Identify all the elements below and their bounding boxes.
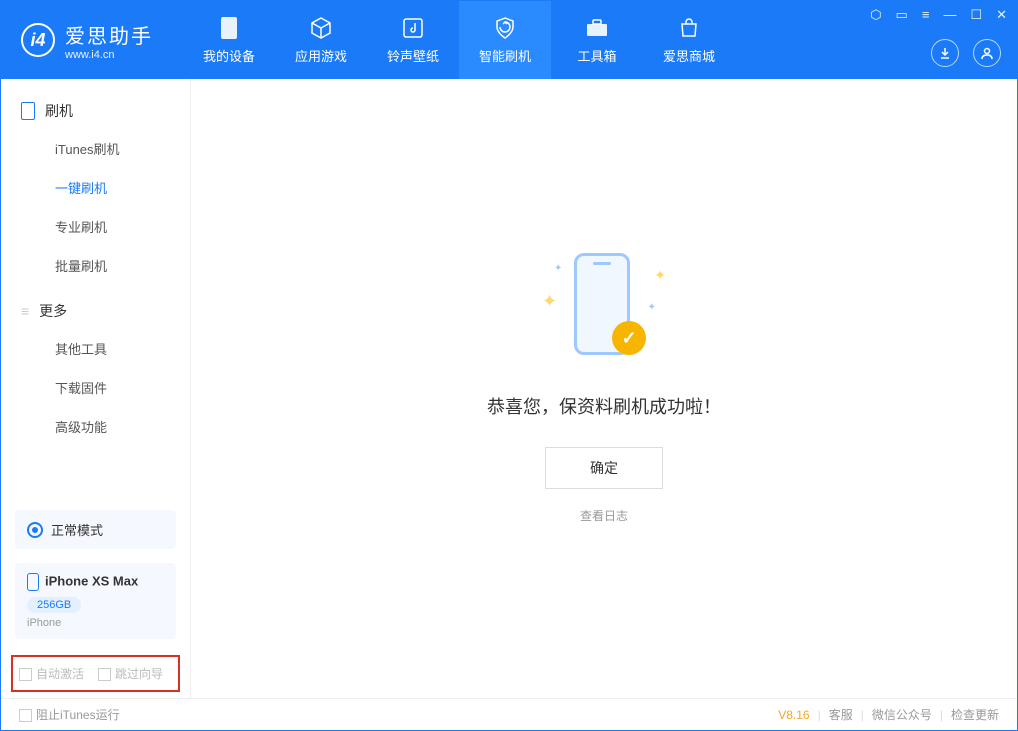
footer: 阻止iTunes运行 V8.16 | 客服 | 微信公众号 | 检查更新 — [1, 698, 1017, 730]
tab-ringtones[interactable]: 铃声壁纸 — [367, 1, 459, 79]
success-illustration: ✦ ✦ ✦ ✦ ✓ — [534, 253, 674, 363]
shield-icon — [493, 16, 517, 40]
footer-right: V8.16 | 客服 | 微信公众号 | 检查更新 — [778, 706, 999, 723]
sparkle-icon: ✦ — [654, 267, 666, 284]
tab-my-device[interactable]: 我的设备 — [183, 1, 275, 79]
main-content: ✦ ✦ ✦ ✦ ✓ 恭喜您，保资料刷机成功啦！ 确定 查看日志 — [191, 79, 1017, 698]
device-info-card[interactable]: iPhone XS Max 256GB iPhone — [15, 563, 176, 639]
footer-link-support[interactable]: 客服 — [829, 706, 853, 723]
app-window: i4 爱思助手 www.i4.cn 我的设备 应用游戏 铃声壁纸 智能刷机 — [0, 0, 1018, 731]
ok-button[interactable]: 确定 — [545, 447, 663, 489]
sidebar-header: ≡ 更多 — [1, 293, 190, 329]
separator: | — [818, 708, 821, 722]
tab-label: 工具箱 — [577, 46, 616, 65]
device-type: iPhone — [27, 617, 164, 629]
auto-activate-checkbox[interactable]: 自动激活 — [19, 665, 84, 682]
app-title: 爱思助手 — [65, 20, 153, 49]
tab-store[interactable]: 爱思商城 — [643, 1, 735, 79]
success-message: 恭喜您，保资料刷机成功啦！ — [487, 393, 721, 419]
sparkle-icon: ✦ — [648, 302, 656, 313]
tab-flash[interactable]: 智能刷机 — [459, 1, 551, 79]
body: 刷机 iTunes刷机 一键刷机 专业刷机 批量刷机 ≡ 更多 其他工具 下载固… — [1, 79, 1017, 698]
sidebar-item-pro-flash[interactable]: 专业刷机 — [1, 207, 190, 246]
logo-icon: i4 — [21, 23, 55, 57]
tab-toolbox[interactable]: 工具箱 — [551, 1, 643, 79]
view-log-link[interactable]: 查看日志 — [580, 507, 628, 524]
header-right — [931, 39, 1001, 67]
device-mode: 正常模式 — [51, 520, 103, 539]
device-name: iPhone XS Max — [45, 573, 138, 588]
note-icon[interactable]: ▭ — [896, 7, 908, 23]
check-circle-icon: ✓ — [612, 321, 646, 355]
phone-icon — [21, 102, 35, 120]
minimize-button[interactable]: — — [943, 7, 956, 23]
sidebar-group-flash: 刷机 iTunes刷机 一键刷机 专业刷机 批量刷机 — [1, 93, 190, 285]
version-label: V8.16 — [778, 708, 809, 722]
header-tabs: 我的设备 应用游戏 铃声壁纸 智能刷机 工具箱 爱思商城 — [183, 1, 735, 79]
close-button[interactable]: ✕ — [996, 7, 1007, 23]
sidebar-item-download-firmware[interactable]: 下载固件 — [1, 368, 190, 407]
device-icon — [217, 16, 241, 40]
sparkle-icon: ✦ — [554, 263, 562, 274]
block-itunes-checkbox[interactable]: 阻止iTunes运行 — [19, 706, 120, 723]
sidebar-header: 刷机 — [1, 93, 190, 129]
logo: i4 爱思助手 www.i4.cn — [21, 20, 153, 61]
tab-label: 我的设备 — [203, 46, 255, 65]
phone-icon — [27, 573, 39, 591]
toolbox-icon — [585, 16, 609, 40]
user-button[interactable] — [973, 39, 1001, 67]
storage-badge: 256GB — [27, 597, 81, 613]
sidebar-item-advanced[interactable]: 高级功能 — [1, 407, 190, 446]
footer-link-wechat[interactable]: 微信公众号 — [872, 706, 932, 723]
sidebar: 刷机 iTunes刷机 一键刷机 专业刷机 批量刷机 ≡ 更多 其他工具 下载固… — [1, 79, 191, 698]
sidebar-item-other-tools[interactable]: 其他工具 — [1, 329, 190, 368]
skip-guide-checkbox[interactable]: 跳过向导 — [98, 665, 163, 682]
checkbox-icon — [19, 668, 32, 681]
separator: | — [861, 708, 864, 722]
separator: | — [940, 708, 943, 722]
tab-label: 铃声壁纸 — [387, 46, 439, 65]
window-controls: ⬡ ▭ ≡ — ☐ ✕ — [870, 7, 1007, 23]
shirt-icon[interactable]: ⬡ — [870, 7, 881, 23]
checkbox-icon — [98, 668, 111, 681]
tab-label: 应用游戏 — [295, 46, 347, 65]
more-icon: ≡ — [21, 303, 29, 319]
footer-left: 阻止iTunes运行 — [19, 706, 120, 723]
sidebar-group-more: ≡ 更多 其他工具 下载固件 高级功能 — [1, 293, 190, 446]
app-url: www.i4.cn — [65, 49, 153, 61]
maximize-button[interactable]: ☐ — [970, 7, 982, 23]
tab-label: 爱思商城 — [663, 46, 715, 65]
checkbox-icon — [19, 709, 32, 722]
sidebar-group-title: 更多 — [39, 301, 67, 321]
checkbox-row: 自动激活 跳过向导 — [11, 655, 180, 692]
store-icon — [677, 16, 701, 40]
sidebar-item-batch-flash[interactable]: 批量刷机 — [1, 246, 190, 285]
sparkle-icon: ✦ — [542, 291, 557, 312]
header: i4 爱思助手 www.i4.cn 我的设备 应用游戏 铃声壁纸 智能刷机 — [1, 1, 1017, 79]
sidebar-group-title: 刷机 — [45, 101, 73, 121]
sidebar-item-itunes-flash[interactable]: iTunes刷机 — [1, 129, 190, 168]
tab-label: 智能刷机 — [479, 46, 531, 65]
music-icon — [401, 16, 425, 40]
device-mode-card[interactable]: 正常模式 — [15, 510, 176, 549]
footer-link-update[interactable]: 检查更新 — [951, 706, 999, 723]
cube-icon — [309, 16, 333, 40]
menu-icon[interactable]: ≡ — [922, 7, 930, 23]
mode-icon — [27, 522, 43, 538]
tab-apps[interactable]: 应用游戏 — [275, 1, 367, 79]
logo-text: 爱思助手 www.i4.cn — [65, 20, 153, 61]
sidebar-item-oneclick-flash[interactable]: 一键刷机 — [1, 168, 190, 207]
download-button[interactable] — [931, 39, 959, 67]
spacer — [1, 454, 190, 502]
